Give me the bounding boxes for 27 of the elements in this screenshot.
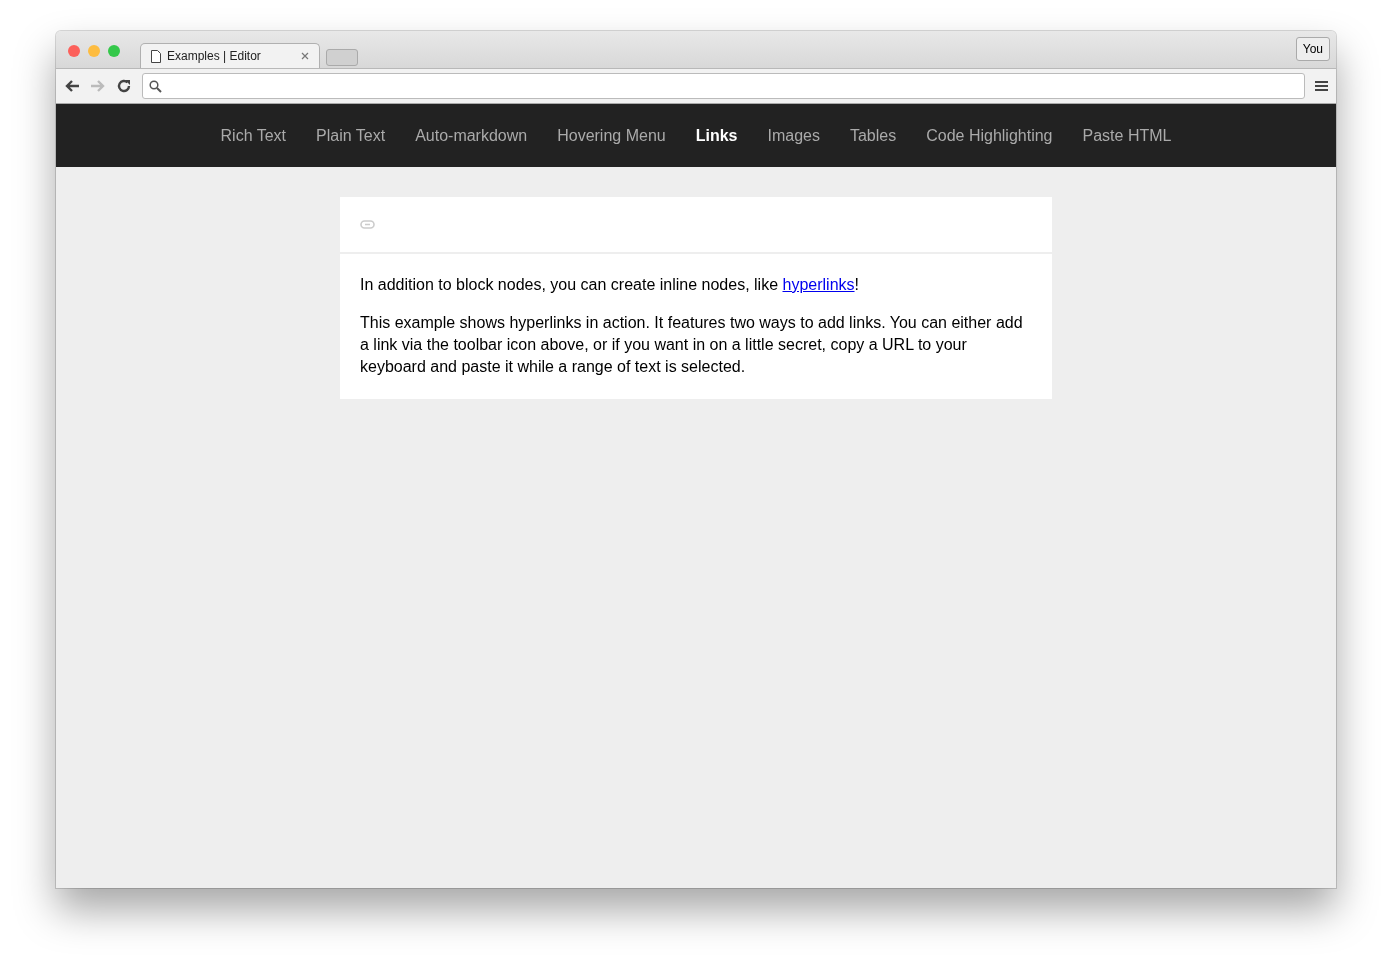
nav-link[interactable]: Images bbox=[767, 126, 820, 145]
browser-tab[interactable]: Examples | Editor bbox=[140, 43, 320, 68]
paragraph: This example shows hyperlinks in action. It features two ways to add links. You can either add a link via the toolbar icon above, or if you want in on a little secret, copy a URL to your keyboard and paste it while a range of text is selected. bbox=[360, 313, 1024, 377]
maximize-icon[interactable] bbox=[108, 45, 120, 57]
nav-link[interactable]: Links bbox=[695, 126, 738, 145]
minimize-icon[interactable] bbox=[88, 45, 100, 57]
close-icon[interactable] bbox=[68, 45, 80, 57]
nav-link[interactable]: Rich Text bbox=[220, 126, 287, 145]
new-tab-button[interactable] bbox=[326, 49, 358, 66]
address-bar[interactable] bbox=[142, 73, 1305, 99]
link-icon[interactable] bbox=[360, 220, 375, 229]
nav-link[interactable]: Plain Text bbox=[316, 126, 386, 145]
nav-link[interactable]: Auto-markdown bbox=[415, 126, 528, 145]
document-icon bbox=[151, 49, 161, 63]
forward-arrow-icon[interactable] bbox=[90, 79, 106, 93]
profile-button[interactable]: You bbox=[1295, 36, 1330, 61]
nav-link[interactable]: Hovering Menu bbox=[557, 126, 666, 145]
back-arrow-icon[interactable] bbox=[64, 79, 80, 93]
nav-link[interactable]: Paste HTML bbox=[1082, 126, 1172, 145]
hyperlink[interactable]: hyperlinks bbox=[782, 276, 855, 293]
close-icon[interactable] bbox=[301, 52, 309, 60]
nav-link[interactable]: Tables bbox=[849, 126, 897, 145]
search-icon bbox=[149, 79, 162, 93]
reload-icon[interactable] bbox=[116, 78, 132, 94]
nav-link[interactable]: Code Highlighting bbox=[926, 126, 1053, 145]
paragraph: In addition to block nodes, you can create inline nodes, like hyperlinks! bbox=[360, 275, 860, 295]
menu-icon[interactable] bbox=[1315, 80, 1328, 92]
